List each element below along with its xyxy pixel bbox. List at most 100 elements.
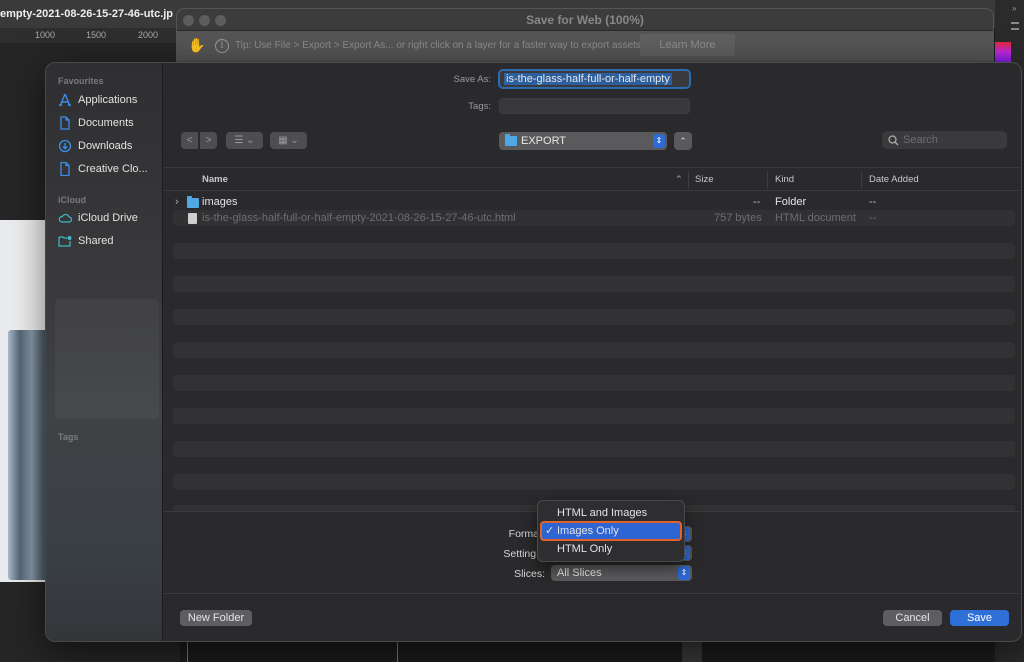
menu-item-label: HTML and Images xyxy=(557,507,648,519)
main-pane: Save As: is-the-glass-half-full-or-half-… xyxy=(163,63,1021,641)
group-view-button[interactable]: ▦ ⌄ xyxy=(270,132,307,149)
window-title: Save for Web (100%) xyxy=(526,13,644,27)
color-swatch[interactable] xyxy=(995,42,1011,62)
divider xyxy=(163,593,1021,594)
menu-item-html-and-images[interactable]: HTML and Images xyxy=(541,504,681,522)
location-popup[interactable]: EXPORT ⇕ xyxy=(499,132,667,150)
document-icon xyxy=(58,162,72,176)
search-icon xyxy=(888,134,899,145)
file-size: 757 bytes xyxy=(714,212,762,224)
settings-label: Setting: xyxy=(503,548,539,560)
sort-ascending-icon[interactable]: ⌃ xyxy=(675,174,683,185)
file-name: images xyxy=(202,196,238,208)
column-divider[interactable] xyxy=(688,171,689,188)
save-as-input[interactable]: is-the-glass-half-full-or-half-empty xyxy=(498,69,691,89)
sidebar-item-label: Applications xyxy=(78,94,138,106)
sidebar-empty-area xyxy=(55,299,159,419)
column-header-date-added[interactable]: Date Added xyxy=(869,174,919,185)
slices-popup[interactable]: All Slices ⇕ xyxy=(551,565,692,581)
empty-row xyxy=(173,375,1015,391)
applications-icon xyxy=(58,93,72,107)
sidebar-item-creative-cloud[interactable]: Creative Clo... xyxy=(58,159,148,179)
column-header-kind[interactable]: Kind xyxy=(775,174,794,185)
ruler-tick: 1000 xyxy=(35,30,56,40)
save-as-value: is-the-glass-half-full-or-half-empty xyxy=(504,73,672,85)
sidebar-item-label: Downloads xyxy=(78,140,133,152)
column-divider[interactable] xyxy=(767,171,768,188)
learn-more-button[interactable]: Learn More xyxy=(640,34,735,56)
search-input[interactable]: Search xyxy=(882,131,1007,149)
sidebar-item-label: Creative Clo... xyxy=(78,163,148,175)
empty-row xyxy=(173,408,1015,424)
expand-collapse-button[interactable]: ⌃ xyxy=(674,132,692,150)
disclosure-chevron-icon[interactable]: › xyxy=(175,196,179,208)
horizontal-ruler: 1000 1500 2000 xyxy=(0,28,180,44)
chevron-down-icon: ⌄ xyxy=(246,135,255,146)
sidebar-item-label: iCloud Drive xyxy=(78,212,138,224)
file-kind: Folder xyxy=(775,196,807,208)
slices-label: Slices: xyxy=(514,568,545,580)
sidebar-heading-favourites: Favourites xyxy=(58,76,104,86)
sidebar-heading-tags: Tags xyxy=(58,432,79,442)
popup-stepper-icon: ⇕ xyxy=(653,134,665,148)
list-view-button[interactable]: ☰ ⌄ xyxy=(226,132,263,149)
sidebar-item-documents[interactable]: Documents xyxy=(58,113,134,133)
sidebar-item-applications[interactable]: Applications xyxy=(58,90,137,110)
list-view-icon: ☰ xyxy=(234,135,244,146)
ruler-tick: 1500 xyxy=(86,30,107,40)
format-label: Forma xyxy=(508,528,539,540)
sidebar-item-label: Shared xyxy=(78,235,114,247)
file-size: -- xyxy=(753,196,761,208)
sidebar: Favourites Applications Documents Downlo… xyxy=(46,63,163,641)
file-row[interactable]: › images -- Folder -- xyxy=(173,194,1015,210)
folder-icon xyxy=(187,196,203,208)
tags-input[interactable] xyxy=(499,98,690,114)
back-button[interactable]: < xyxy=(181,132,198,149)
list-header: Name ⌃ Size Kind Date Added xyxy=(163,167,1021,191)
file-name: is-the-glass-half-full-or-half-empty-202… xyxy=(202,212,516,224)
column-header-size[interactable]: Size xyxy=(695,174,713,185)
slices-value: All Slices xyxy=(557,567,602,579)
column-header-name[interactable]: Name xyxy=(202,174,228,185)
grid-view-icon: ▦ xyxy=(278,135,288,146)
sidebar-item-icloud-drive[interactable]: iCloud Drive xyxy=(58,208,138,228)
save-button[interactable]: Save xyxy=(950,610,1009,626)
panel-strip xyxy=(682,640,702,662)
empty-row xyxy=(173,309,1015,325)
sidebar-item-shared[interactable]: Shared xyxy=(58,231,113,251)
tip-text: Tip: Use File > Export > Export As... or… xyxy=(235,40,641,51)
ruler-tick: 2000 xyxy=(138,30,159,40)
menu-item-label: HTML Only xyxy=(557,543,613,555)
sidebar-item-label: Documents xyxy=(78,117,134,129)
menu-item-label: Images Only xyxy=(557,525,619,537)
empty-row xyxy=(173,342,1015,358)
empty-row xyxy=(173,276,1015,292)
file-row[interactable]: is-the-glass-half-full-or-half-empty-202… xyxy=(173,210,1015,226)
format-dropdown-menu: HTML and Images ✓ Images Only HTML Only xyxy=(537,500,685,562)
guide-line xyxy=(187,640,188,662)
menu-item-html-only[interactable]: HTML Only xyxy=(541,540,681,558)
new-folder-button[interactable]: New Folder xyxy=(180,610,252,626)
info-icon: i xyxy=(215,39,229,53)
tip-bar: ✋ i Tip: Use File > Export > Export As..… xyxy=(177,31,993,61)
empty-row xyxy=(173,441,1015,457)
glass-image xyxy=(8,330,48,580)
cancel-button[interactable]: Cancel xyxy=(883,610,942,626)
hand-tool-icon[interactable]: ✋ xyxy=(188,37,205,54)
sidebar-item-downloads[interactable]: Downloads xyxy=(58,136,132,156)
forward-button[interactable]: > xyxy=(200,132,217,149)
save-as-label: Save As: xyxy=(453,74,492,85)
file-date-added: -- xyxy=(869,212,877,224)
chevron-down-icon: ⌄ xyxy=(290,135,299,146)
popup-stepper-icon: ⇕ xyxy=(678,566,690,580)
sidebar-heading-icloud: iCloud xyxy=(58,195,86,205)
window-titlebar: Save for Web (100%) xyxy=(177,9,993,31)
panel-menu-icon[interactable] xyxy=(1011,22,1019,30)
document-tab[interactable]: empty-2021-08-26-15-27-46-utc.jp xyxy=(0,8,173,20)
column-divider[interactable] xyxy=(861,171,862,188)
save-dialog: Favourites Applications Documents Downlo… xyxy=(45,62,1022,642)
html-file-icon xyxy=(188,212,201,224)
file-kind: HTML document xyxy=(775,212,856,224)
expand-panels-icon[interactable]: » xyxy=(1012,4,1016,13)
menu-item-images-only[interactable]: ✓ Images Only xyxy=(540,521,682,541)
